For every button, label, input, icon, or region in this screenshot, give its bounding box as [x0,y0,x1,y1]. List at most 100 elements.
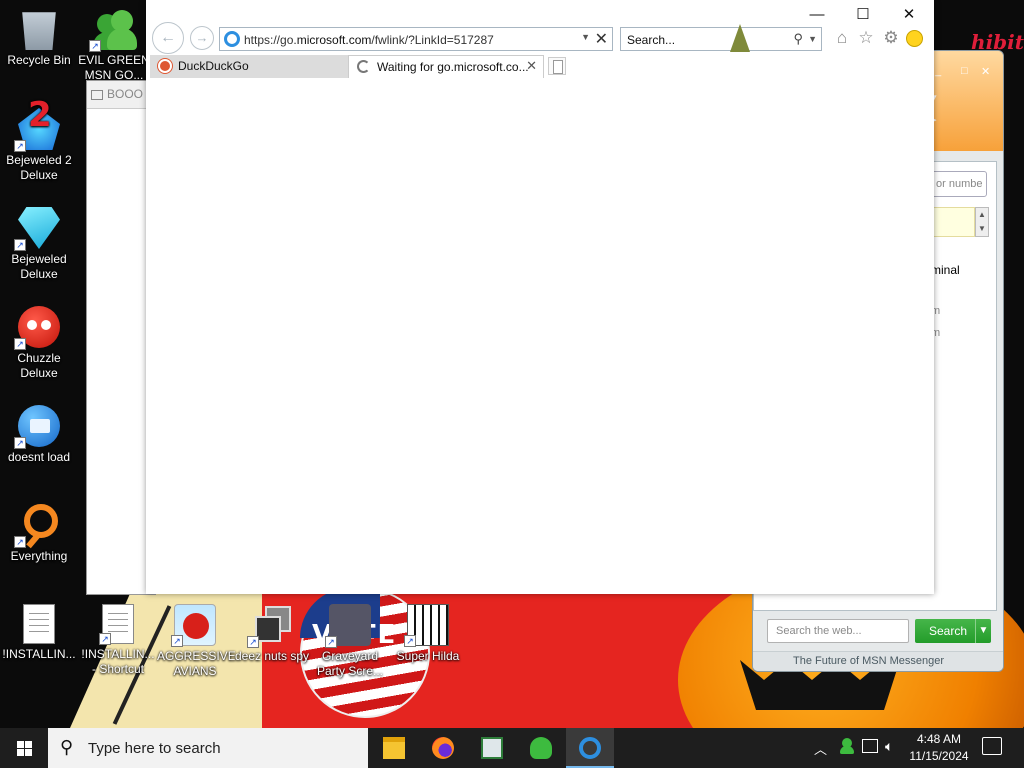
msn-window-icon [481,737,503,759]
msn-search-button[interactable]: Search ▼ [915,619,991,643]
minimize-icon[interactable]: _ [935,65,941,77]
close-icon[interactable]: ✕ [981,65,990,78]
page-content[interactable] [146,78,934,594]
network-icon[interactable] [862,739,878,753]
msn-buddy-icon [530,737,552,759]
desktop-icon-label: EVIL GREEN MSN GO... [78,53,150,82]
desktop-icon-graveyard-party[interactable]: ↗ Graveyard Party Scre... [312,604,388,679]
msn-footer: The Future of MSN Messenger [753,651,1003,671]
volume-icon[interactable]: 🔈︎ [885,738,893,768]
desktop-icon-deez-nuts-spy[interactable]: ↗ deez nuts spy [234,604,310,664]
taskbar: ⚲ Type here to search ︿ 🔈︎ 4:48 AM 11/15… [0,728,1024,768]
minimize-icon[interactable]: — [802,4,832,26]
favorites-star-icon[interactable]: ☆ [856,28,876,48]
msn-tray-icon[interactable] [840,738,854,754]
desktop-icon-installing-shortcut[interactable]: ↗ !INSTALLIN... - Shortcut [80,604,156,677]
desktop-icon-label: !INSTALLIN... [2,647,76,661]
msn-number-field[interactable]: or numbe [931,171,987,197]
msn-notice-scrollbar[interactable]: ▲ ▼ [975,207,989,237]
firefox-icon [432,737,454,759]
desktop-icon-label: deez nuts spy [234,649,310,663]
new-tab-button[interactable] [548,57,566,75]
graveyard-party-icon: ↗ [325,604,371,648]
taskbar-msn-messenger[interactable] [517,728,565,768]
back-button[interactable]: ← [152,22,184,54]
desktop-icon-recycle-bin[interactable]: Recycle Bin [1,8,77,68]
desktop-icon-aggressive-avians[interactable]: ↗ AGGRESSIVE AVIANS [157,604,236,679]
clock-time: 4:48 AM [916,732,962,746]
internet-explorer-icon [224,31,240,47]
maximize-icon[interactable]: ☐ [848,4,878,26]
close-icon[interactable]: ✕ [894,4,924,26]
notification-icon[interactable] [982,737,1002,755]
taskbar-file-explorer[interactable] [370,728,418,768]
folder-icon [383,737,405,759]
chuzzle-icon: ↗ [14,306,60,350]
desktop-icon-doesnt-load[interactable]: ↗ doesnt load [1,405,77,465]
msn-web-search-input[interactable]: Search the web... [767,619,909,643]
desktop-icon-label: doesnt load [7,450,71,464]
feedback-smiley-icon[interactable] [906,30,923,47]
shortcut-arrow-icon: ↗ [404,635,416,647]
taskbar-firefox[interactable] [419,728,467,768]
taskbar-search[interactable]: ⚲ Type here to search [48,728,368,768]
angry-bird-icon: ↗ [171,604,216,647]
desktop-icon-installing[interactable]: !INSTALLIN... [1,604,77,662]
address-bar[interactable]: https://go.microsoft.com/fwlink/?LinkId=… [219,27,613,51]
search-dropdown-icon[interactable]: ▼ [808,34,817,44]
browser-search-placeholder: Search... [627,33,676,47]
browser-chrome: — ☐ ✕ ← → https://go.microsoft.com/fwlin… [146,0,934,78]
loading-spinner-icon [357,60,370,73]
start-button[interactable] [0,728,48,768]
desktop-icon-label: Bejeweled 2 Deluxe [6,153,72,182]
window-icon [91,89,103,100]
shortcut-arrow-icon: ↗ [89,40,101,52]
system-clock[interactable]: 4:48 AM 11/15/2024 [906,731,972,765]
desktop-icon-label: Recycle Bin [7,53,71,67]
close-tab-icon[interactable]: ✕ [526,58,537,74]
bejeweled-2-icon: 2 ↗ [14,98,60,152]
tab-label: Waiting for go.microsoft.co... [377,60,529,74]
desktop-icon-label: Chuzzle Deluxe [17,351,61,380]
msn-messenger-icon: ↗ [89,8,137,52]
desktop-icon-evil-green-msn[interactable]: ↗ EVIL GREEN MSN GO... [78,8,150,88]
desktop-icon-chuzzle[interactable]: ↗ Chuzzle Deluxe [1,306,77,381]
super-hilda-icon: ↗ [404,604,449,647]
address-url[interactable]: https://go.microsoft.com/fwlink/?LinkId=… [244,33,494,47]
browser-search-box[interactable]: Search... ⚲ ▼ [620,27,822,51]
text-document-icon [23,604,55,644]
search-icon[interactable]: ⚲ [793,31,803,47]
desktop-icon-label: AGGRESSIVE AVIANS [157,649,236,678]
tab-duckduckgo[interactable]: DuckDuckGo [150,55,348,78]
desktop-icon-label: !INSTALLIN... - Shortcut [81,647,155,676]
taskbar-internet-explorer[interactable] [566,728,614,768]
desktop-icon-super-hilda[interactable]: ↗ Super Hilda [390,604,466,664]
gear-icon[interactable]: ⚙ [881,28,901,48]
shortcut-arrow-icon: ↗ [171,635,183,647]
duckduckgo-icon [158,59,172,73]
desktop-icon-everything[interactable]: ↗ Everything [1,504,77,564]
shortcut-arrow-icon: ↗ [14,536,26,548]
desktop-icon-bejeweled[interactable]: ↗ Bejeweled Deluxe [1,207,77,282]
home-icon[interactable]: ⌂ [832,28,852,48]
maximize-icon[interactable]: □ [961,65,968,77]
chevron-up-icon[interactable]: ︿ [814,739,827,768]
search-icon: ⚲ [60,737,74,757]
shortcut-arrow-icon: ↗ [14,140,26,152]
shortcut-arrow-icon: ↗ [325,636,337,648]
tab-waiting[interactable]: Waiting for go.microsoft.co... ✕ [348,55,544,78]
recycle-bin-icon [22,12,56,50]
address-dropdown-icon[interactable]: ▼ [581,32,590,42]
clock-date: 11/15/2024 [909,749,969,763]
background-window-titlebar[interactable]: BOOO [87,81,155,109]
msn-notice-box [931,207,975,237]
text-document-icon: ↗ [99,604,134,645]
chevron-down-icon[interactable]: ▼ [975,619,991,643]
desktop-icon-label: Everything [10,549,68,563]
thunderbird-icon: ↗ [14,405,60,449]
stop-icon[interactable]: ✕ [595,29,608,49]
taskbar-msn-window[interactable] [468,728,516,768]
forward-button[interactable]: → [190,26,214,50]
internet-explorer-window[interactable]: — ☐ ✕ ← → https://go.microsoft.com/fwlin… [146,0,934,594]
desktop-icon-bejeweled-2[interactable]: 2 ↗ Bejeweled 2 Deluxe [1,98,77,183]
